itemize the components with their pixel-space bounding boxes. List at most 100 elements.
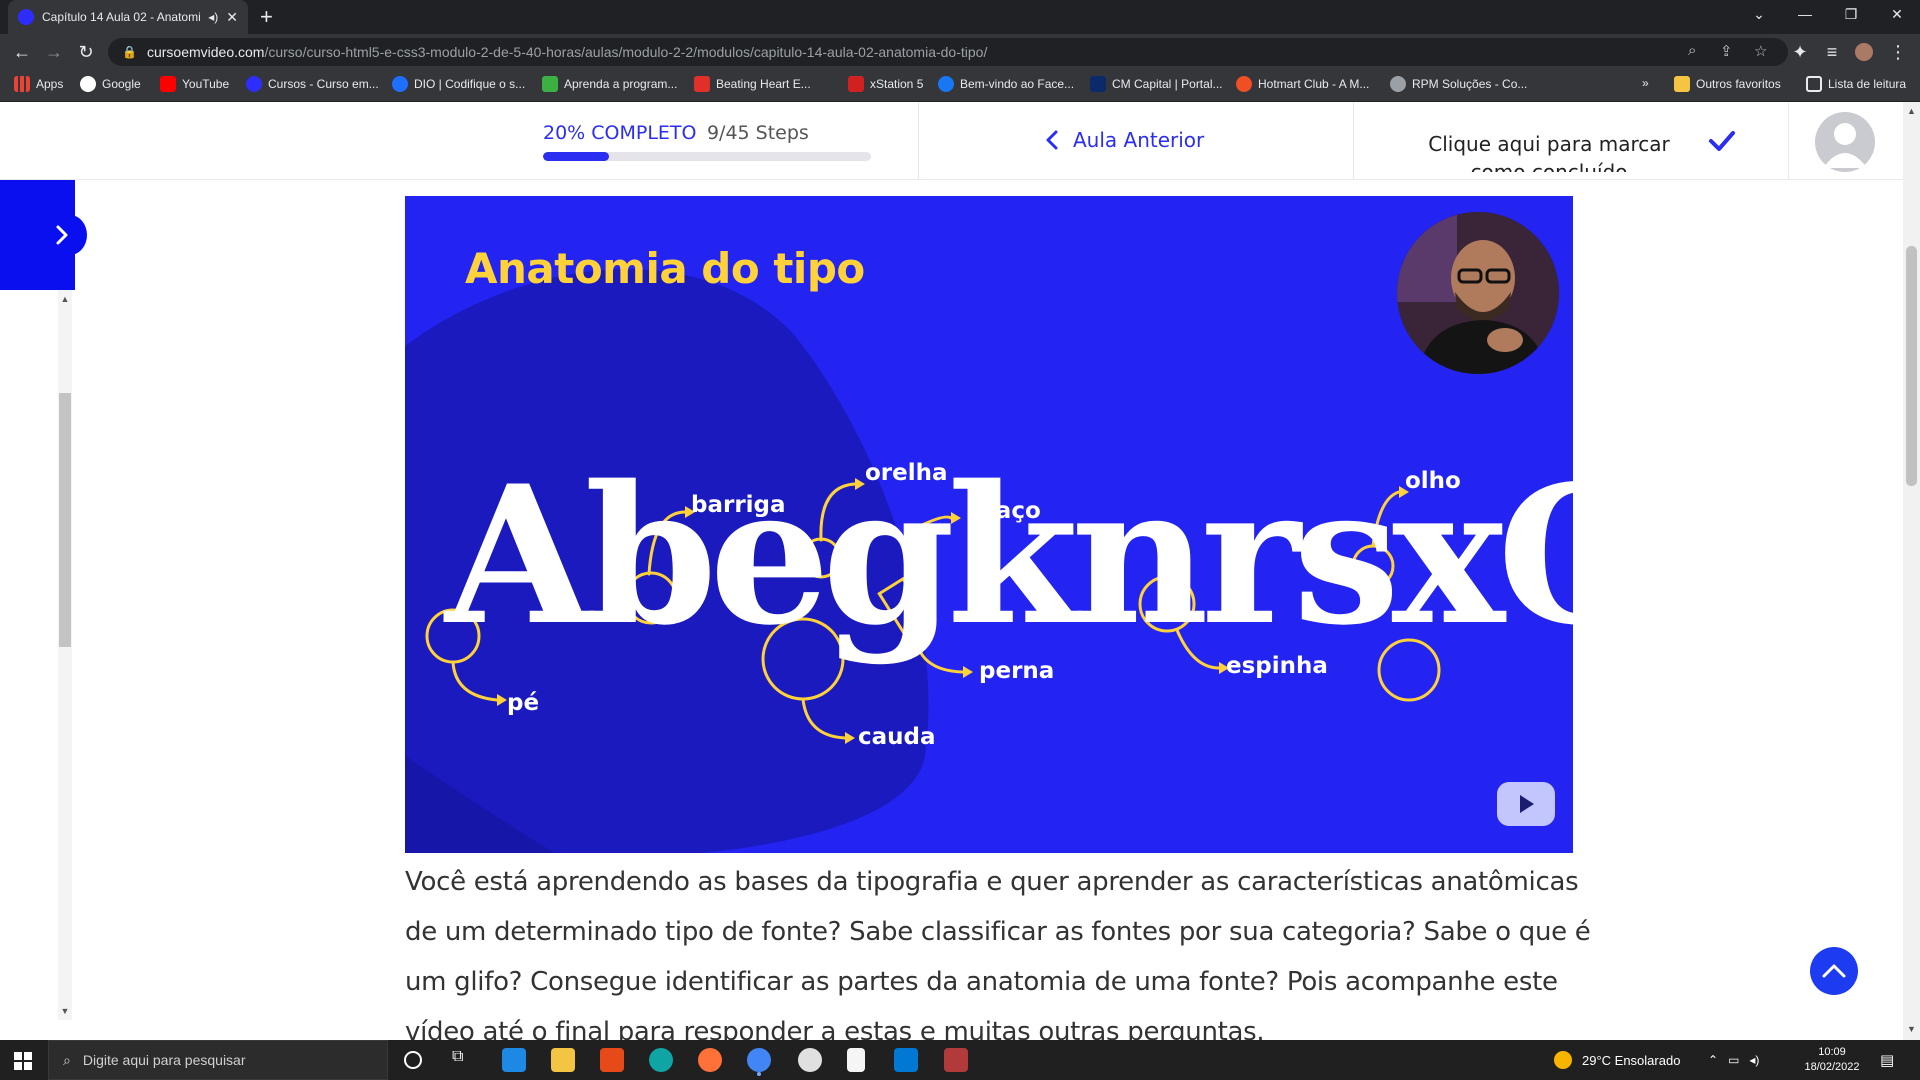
user-silhouette-icon [1823,123,1867,168]
presenter-figure [1397,212,1559,374]
bookmark-item[interactable]: Aprenda a program... [542,76,677,92]
weather-widget[interactable]: 29°C Ensolarado [1554,1040,1680,1080]
windows-taskbar: ⌕ Digite aqui para pesquisar ⧉ 29°C Enso… [0,1040,1920,1080]
bookmark-item[interactable]: Apps [14,76,63,92]
address-bar[interactable]: 🔒 cursoemvideo.com/curso/curso-html5-e-c… [108,38,1788,66]
progress-label: 20% COMPLETO [543,122,697,144]
back-button[interactable]: ← [8,38,36,66]
profile-icon[interactable] [1850,38,1878,66]
annotation-pe: pé [507,690,540,716]
media-control-icon[interactable]: ≡ [1818,38,1846,66]
minimize-window-button[interactable]: — [1782,0,1828,28]
youtube-logo-button[interactable] [1497,782,1555,826]
chevron-right-icon [56,225,68,245]
close-tab-icon[interactable]: ✕ [226,9,238,26]
user-avatar[interactable] [1815,112,1875,172]
taskbar-search-box[interactable]: ⌕ Digite aqui para pesquisar [48,1040,388,1080]
scroll-up-arrow-icon[interactable]: ▲ [58,294,72,304]
reading-list-button[interactable]: Lista de leitura [1806,76,1906,92]
page-scroll-down-icon[interactable]: ▼ [1903,1024,1920,1034]
video-player[interactable]: Anatomia do tipo AbegknrsxQ barriga orel… [405,196,1573,853]
sidebar-scrollbar[interactable]: ▲ ▼ [58,290,72,1020]
folder-icon [1674,76,1690,92]
bookmark-item[interactable]: xStation 5 [848,76,923,92]
chrome-taskbar-icon[interactable] [747,1048,771,1072]
bookmark-item[interactable]: Bem-vindo ao Face... [938,76,1074,92]
share-icon[interactable]: ⇪ [1720,42,1733,60]
windows-start-icon[interactable] [14,1052,32,1070]
google-icon [80,76,96,92]
network-icon[interactable]: ▭ [1728,1053,1739,1067]
archive-app-icon[interactable] [944,1048,968,1072]
bookmark-item[interactable]: DIO | Codifique o s... [392,76,525,92]
edge-icon[interactable] [649,1048,673,1072]
dio-icon [392,76,408,92]
bookmark-item[interactable]: YouTube [160,76,229,92]
annotation-cauda: cauda [858,724,936,750]
notifications-icon[interactable]: ▤ [1880,1040,1894,1080]
presenter-thumbnail [1397,212,1559,374]
progress-steps: 9/45 Steps [706,122,809,144]
bookmark-item[interactable]: Hotmart Club - A M... [1236,76,1369,92]
bookmark-item[interactable]: RPM Soluções - Co... [1390,76,1527,92]
task-view-icon[interactable]: ⧉ [452,1048,476,1072]
cm-capital-icon [1090,76,1106,92]
previous-lesson-button[interactable]: Aula Anterior [1045,128,1204,152]
browser-toolbar: ← → ↻ 🔒 cursoemvideo.com/curso/curso-htm… [0,34,1920,70]
volume-icon[interactable]: ◂) [1749,1053,1759,1067]
annotation-barriga: barriga [691,492,786,518]
sidebar-toggle-button[interactable] [0,180,87,290]
progress-bar [543,152,871,161]
page-scrollbar-thumb[interactable] [1906,246,1917,486]
office-icon[interactable] [600,1048,624,1072]
store-icon[interactable] [502,1048,526,1072]
lock-icon[interactable]: 🔒 [122,45,137,59]
zoom-icon[interactable]: ⌕ [1688,42,1696,59]
system-tray[interactable]: ⌃ ▭ ◂) [1708,1040,1759,1080]
notepad-icon[interactable] [847,1048,865,1072]
page-scroll-up-icon[interactable]: ▲ [1903,106,1920,116]
file-explorer-icon[interactable] [551,1048,575,1072]
progress-bar-fill [543,152,609,161]
checkmark-icon[interactable] [1708,130,1736,152]
header-divider [918,102,919,180]
browser-tab-active[interactable]: Capítulo 14 Aula 02 - Anatomia do tipo ◂… [8,0,248,34]
browser-tab-strip: Capítulo 14 Aula 02 - Anatomia do tipo ◂… [0,0,1920,34]
bookmarks-overflow-button[interactable]: » [1642,76,1649,90]
bookmark-item[interactable]: Cursos - Curso em... [246,76,379,92]
extensions-icon[interactable]: ✦ [1786,38,1814,66]
firefox-icon[interactable] [698,1048,722,1072]
page-scrollbar[interactable]: ▲ ▼ [1903,102,1920,1040]
forward-button[interactable]: → [40,38,68,66]
audio-playing-icon[interactable]: ◂) [208,10,218,24]
other-favorites-folder[interactable]: Outros favoritos [1674,76,1781,92]
clock[interactable]: 10:09 18/02/2022 [1800,1040,1864,1080]
reload-button[interactable]: ↻ [72,38,100,66]
app-circle-icon[interactable] [798,1048,822,1072]
facebook-icon [938,76,954,92]
annotation-espinha: espinha [1226,653,1328,679]
tab-search-icon[interactable]: ⌄ [1736,0,1782,28]
chrome-menu-icon[interactable]: ⋮ [1884,38,1912,66]
xstation-icon [848,76,864,92]
video-title: Anatomia do tipo [465,244,865,293]
mark-complete-button[interactable]: Clique aqui para marcar como concluído [1414,130,1704,172]
sidebar-scrollbar-thumb[interactable] [59,393,71,647]
tray-chevron-up-icon[interactable]: ⌃ [1708,1053,1718,1067]
rpm-icon [1390,76,1406,92]
lesson-description: Você está aprendendo as bases da tipogra… [405,867,1591,1047]
new-tab-button[interactable]: + [260,4,273,30]
close-window-button[interactable]: ✕ [1874,0,1920,28]
scroll-to-top-button[interactable] [1810,947,1858,995]
bookmark-item[interactable]: Beating Heart E... [694,76,811,92]
restore-window-button[interactable]: ❐ [1828,0,1874,28]
mark-complete-label: Clique aqui para marcar como concluído [1428,132,1670,172]
bookmark-item[interactable]: CM Capital | Portal... [1090,76,1222,92]
course-progress: 20% COMPLETO 9/45 Steps [543,122,873,161]
alura-icon [542,76,558,92]
scroll-down-arrow-icon[interactable]: ▼ [58,1006,72,1016]
cortana-icon[interactable] [404,1051,422,1069]
vscode-icon[interactable] [894,1048,918,1072]
bookmark-star-icon[interactable]: ☆ [1754,42,1767,60]
bookmark-item[interactable]: Google [80,76,141,92]
